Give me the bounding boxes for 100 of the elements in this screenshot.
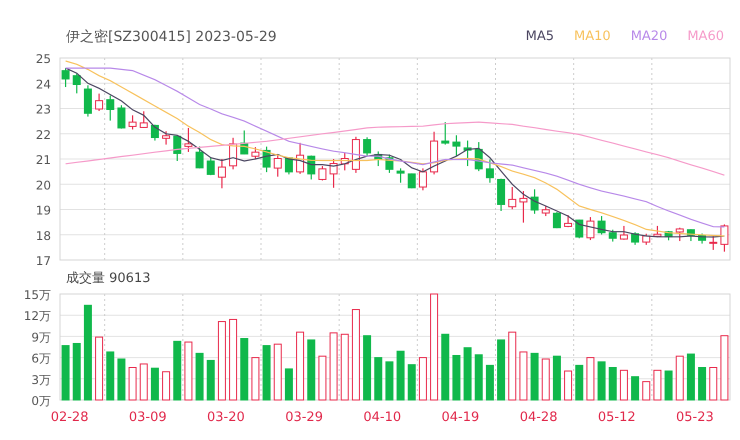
axis-label: 03-20 (207, 410, 245, 425)
axis-label: 3万 (31, 372, 51, 387)
candlestick (664, 230, 673, 240)
volume-bar (519, 351, 528, 400)
candlestick (106, 96, 114, 121)
candlestick (206, 157, 215, 176)
volume-bar (598, 361, 606, 400)
volume-bar (251, 357, 260, 400)
volume-bar (586, 357, 594, 400)
candlestick (95, 94, 104, 112)
candlestick (229, 138, 238, 170)
volume-bar (274, 344, 282, 400)
axis-label: 0万 (31, 394, 51, 408)
candlestick (530, 189, 539, 214)
axis-label: 19 (36, 204, 51, 218)
volume-bar (575, 364, 584, 400)
axis-label: 23 (36, 102, 51, 116)
candlestick (330, 159, 338, 188)
axis-label: 05-12 (598, 410, 636, 425)
axis-label: 03-09 (128, 410, 167, 425)
volume-bar (720, 335, 728, 400)
candlestick (631, 232, 640, 245)
volume-bar (686, 354, 695, 400)
volume-bar (340, 334, 349, 400)
chart-title: 伊之密[SZ300415] 2023-05-29 (66, 28, 278, 46)
candlestick (363, 137, 372, 156)
candlestick (497, 178, 506, 212)
volume-bar (542, 358, 550, 400)
volume-bar (408, 364, 416, 400)
volume-bar (508, 332, 516, 400)
candlestick (396, 168, 405, 183)
candlestick (184, 128, 192, 152)
volume-bar (117, 358, 126, 400)
volume-bar (330, 332, 338, 400)
candlestick (698, 234, 706, 244)
candlestick (564, 215, 572, 228)
candlestick (318, 166, 326, 180)
volume-bar (363, 335, 372, 400)
axis-label: 6万 (31, 352, 51, 366)
candlestick (128, 115, 137, 130)
axis-label: 02-28 (50, 410, 88, 425)
candlestick (352, 136, 360, 173)
candlestick (307, 155, 316, 180)
volume-bar (474, 354, 483, 400)
volume-bar (318, 356, 326, 400)
volume-bar (698, 367, 706, 400)
axis-label: 18 (36, 228, 51, 243)
candlestick (575, 220, 584, 238)
candlestick (542, 206, 550, 216)
volume-bar (441, 334, 450, 400)
axis-label: 04-10 (363, 410, 402, 425)
candlestick (620, 226, 628, 240)
axis-label: 25 (36, 53, 51, 66)
volume-label: 成交量 90613 (66, 270, 150, 287)
volume-bar (486, 364, 494, 400)
candlestick (508, 187, 516, 210)
candlestick (274, 154, 282, 177)
legend-label: MA5 (526, 29, 554, 44)
candlestick (464, 140, 472, 166)
volume-bar (709, 367, 718, 400)
legend-label: MA20 (630, 29, 668, 44)
candlestick (642, 234, 650, 245)
volume-bar (385, 361, 394, 400)
candlestick (709, 236, 718, 250)
volume-bar (396, 350, 405, 400)
candlestick (340, 152, 349, 170)
axis-label: 9万 (31, 330, 51, 344)
volume-bar (307, 339, 316, 400)
candlestick (519, 191, 528, 223)
axis-label: 21 (36, 153, 51, 167)
volume-bar (608, 367, 617, 400)
candlestick (474, 142, 483, 172)
candlestick (608, 230, 617, 242)
volume-bar (296, 332, 304, 400)
candlestick (117, 105, 126, 129)
axis-label: 24 (36, 77, 51, 92)
candlestick (441, 122, 450, 145)
candlestick (173, 135, 182, 162)
candlestick (686, 229, 695, 242)
candlestick (240, 130, 248, 154)
candlestick (552, 212, 561, 228)
volume-bar (284, 368, 293, 400)
axis-label: 20 (36, 178, 51, 192)
candlestick (84, 85, 92, 117)
candlestick (296, 142, 304, 174)
volume-bar (464, 347, 472, 400)
candlestick (452, 135, 460, 156)
volume-bar (173, 340, 182, 400)
volume-bar (162, 371, 170, 400)
candlestick (72, 74, 81, 94)
candlestick (385, 154, 394, 173)
candlestick (586, 217, 594, 240)
legend-label: MA10 (574, 29, 611, 44)
volume-bar (128, 367, 137, 400)
candlestick (653, 226, 662, 238)
candlestick (486, 160, 494, 183)
axis-label: 04-19 (442, 410, 480, 425)
volume-bar (676, 356, 684, 400)
volume-bar (664, 370, 673, 400)
volume-bar (642, 381, 650, 400)
